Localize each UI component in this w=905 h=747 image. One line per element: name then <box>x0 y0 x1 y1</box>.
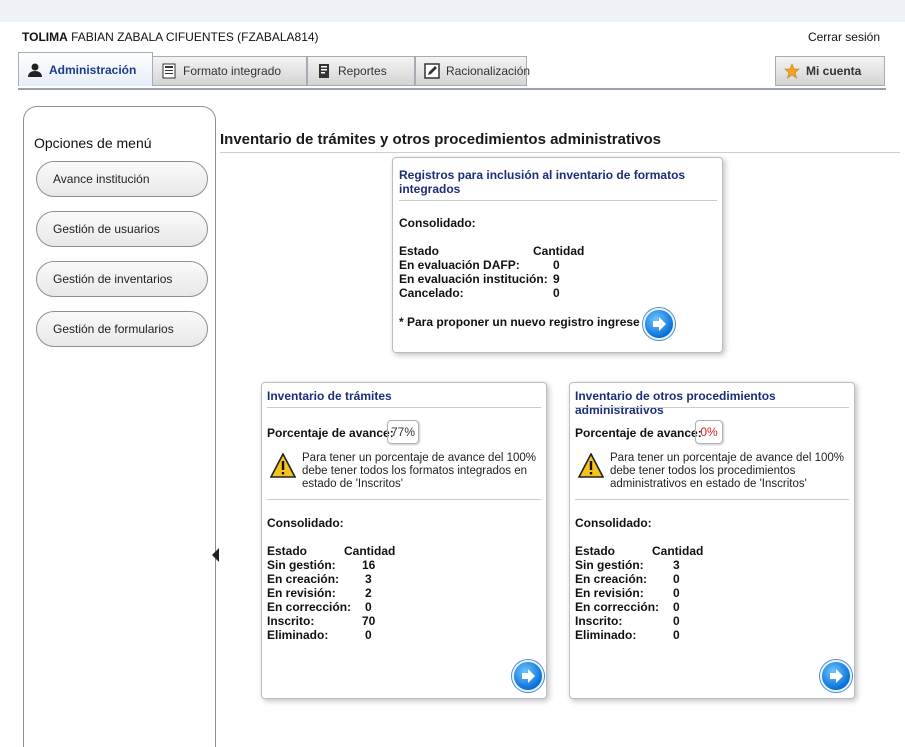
stat-label: En evaluación institución: <box>399 272 548 286</box>
stat-label: En corrección: <box>575 600 660 614</box>
tab-label: Reportes <box>338 64 387 78</box>
otros-card-title: Inventario de otros procedimientos admin… <box>575 389 776 417</box>
percentage-badge: 77% <box>387 420 419 444</box>
sidebar-item-gestion-formularios[interactable]: Gestión de formularios <box>36 311 208 347</box>
stat-value: 0 <box>365 628 372 642</box>
tab-label: Racionalización <box>446 64 531 78</box>
stat-value: 9 <box>553 272 560 286</box>
edit-icon <box>424 63 440 79</box>
stat-label: Eliminado: <box>575 628 637 642</box>
estado-header: Estado <box>399 244 440 258</box>
user-icon <box>27 62 43 78</box>
stat-label: Cancelado: <box>399 286 464 300</box>
warning-text: Para tener un porcentaje de avance del 1… <box>610 452 844 490</box>
top-band <box>0 0 905 22</box>
user-header: TOLIMA FABIAN ZABALA CIFUENTES (FZABALA8… <box>22 30 319 44</box>
collapse-sidebar-arrow-icon[interactable] <box>212 548 219 562</box>
star-icon <box>784 63 800 79</box>
stat-label: En creación: <box>575 572 648 586</box>
tab-administracion[interactable]: Administración <box>18 52 153 86</box>
stat-value: 3 <box>673 558 680 572</box>
tab-bar-divider <box>18 88 886 90</box>
arrow-right-icon <box>830 669 843 683</box>
title-divider <box>220 152 900 153</box>
consolidado-label: Consolidado: <box>267 516 344 530</box>
warning-icon <box>577 452 605 482</box>
page-title: Inventario de trámites y otros procedimi… <box>220 131 661 148</box>
stat-value: 16 <box>362 558 376 572</box>
arrow-right-icon <box>522 669 535 683</box>
stat-value: 0 <box>553 258 560 272</box>
propose-text: * Para proponer un nuevo registro ingres… <box>399 315 668 329</box>
tab-label: Administración <box>49 62 137 77</box>
percentage-badge: 0% <box>695 420 723 444</box>
card-divider <box>399 200 717 201</box>
stat-label: Inscrito: <box>267 614 315 628</box>
otros-procedimientos-card: Inventario de otros procedimientos admin… <box>569 382 855 699</box>
percentage-label: Porcentaje de avance: <box>575 426 702 440</box>
stat-value: 2 <box>365 586 372 600</box>
tab-racionalizacion[interactable]: Racionalización <box>415 56 531 86</box>
stat-value: 3 <box>365 572 372 586</box>
stat-value: 0 <box>673 572 680 586</box>
cantidad-header: Cantidad <box>533 244 585 258</box>
user-name: FABIAN ZABALA CIFUENTES (FZABALA814) <box>71 30 319 44</box>
stat-label: En corrección: <box>267 600 352 614</box>
tramites-card: Inventario de trámites Porcentaje de ava… <box>261 382 547 699</box>
card-divider <box>575 499 849 500</box>
registros-card-title: Registros para inclusión al inventario d… <box>399 168 686 196</box>
stat-label: En creación: <box>267 572 340 586</box>
percentage-label: Porcentaje de avance: <box>267 426 394 440</box>
stat-label: Sin gestión: <box>267 558 336 572</box>
estado-header: Estado <box>267 544 308 558</box>
sidebar-title: Opciones de menú <box>34 135 152 151</box>
card-divider <box>267 499 541 500</box>
sidebar-item-gestion-usuarios[interactable]: Gestión de usuarios <box>36 211 208 247</box>
sidebar-item-avance-institucion[interactable]: Avance institución <box>36 161 208 197</box>
arrow-right-icon <box>653 317 666 331</box>
consolidado-label: Consolidado: <box>575 516 652 530</box>
stat-label: Inscrito: <box>575 614 623 628</box>
my-account-button[interactable]: Mi cuenta <box>775 56 885 86</box>
card-divider <box>575 407 849 408</box>
stat-value: 70 <box>362 614 376 628</box>
stat-label: En revisión: <box>267 586 336 600</box>
card-divider <box>267 407 541 408</box>
cantidad-header: Cantidad <box>652 544 704 558</box>
tab-reportes[interactable]: Reportes <box>307 56 415 86</box>
stat-value: 0 <box>673 628 680 642</box>
stat-value: 0 <box>673 600 680 614</box>
estado-header: Estado <box>575 544 616 558</box>
stat-label: Eliminado: <box>267 628 329 642</box>
stat-value: 0 <box>673 586 680 600</box>
tramites-card-title: Inventario de trámites <box>267 389 392 403</box>
logout-link[interactable]: Cerrar sesión <box>808 30 880 44</box>
tab-formato-integrado[interactable]: Formato integrado <box>152 56 307 86</box>
registros-card: Registros para inclusión al inventario d… <box>392 157 723 353</box>
department-name: TOLIMA <box>22 30 68 44</box>
my-account-label: Mi cuenta <box>806 64 862 78</box>
warning-text: Para tener un porcentaje de avance del 1… <box>302 452 536 490</box>
document-icon <box>161 63 177 79</box>
report-icon <box>316 63 332 79</box>
warning-icon <box>269 452 297 482</box>
consolidado-label: Consolidado: <box>399 216 476 230</box>
propose-register-button[interactable] <box>643 308 675 340</box>
cantidad-header: Cantidad <box>344 544 396 558</box>
sidebar-menu: Opciones de menú Avance institución Gest… <box>23 106 216 747</box>
stat-value: 0 <box>365 600 372 614</box>
otros-go-button[interactable] <box>820 660 852 692</box>
stat-value: 0 <box>553 286 560 300</box>
stat-value: 0 <box>673 614 680 628</box>
tramites-go-button[interactable] <box>512 660 544 692</box>
sidebar-item-gestion-inventarios[interactable]: Gestión de inventarios <box>36 261 208 297</box>
stat-label: En evaluación DAFP: <box>399 258 520 272</box>
stat-label: Sin gestión: <box>575 558 644 572</box>
tab-label: Formato integrado <box>183 64 282 78</box>
stat-label: En revisión: <box>575 586 644 600</box>
